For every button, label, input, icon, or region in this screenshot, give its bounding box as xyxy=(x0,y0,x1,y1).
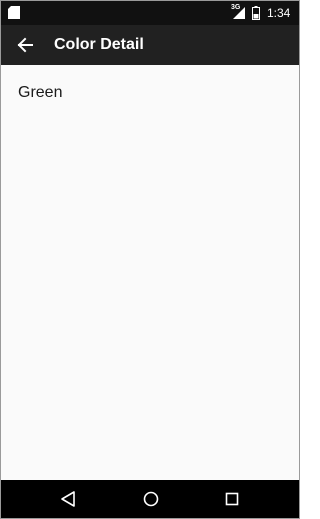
system-nav-bar xyxy=(1,480,299,518)
page-title: Color Detail xyxy=(54,36,144,53)
nav-recents-icon[interactable] xyxy=(222,489,242,509)
status-bar: 3G 1:34 xyxy=(1,1,299,25)
battery-icon xyxy=(252,6,260,20)
sd-card-icon xyxy=(8,6,20,19)
detail-content: Green xyxy=(1,65,299,480)
nav-home-icon[interactable] xyxy=(141,489,161,509)
signal-icon xyxy=(233,7,245,19)
arrow-back-icon xyxy=(17,37,33,53)
phone-screen: 3G 1:34 Color Detail Green xyxy=(0,0,300,519)
color-name-text: Green xyxy=(18,84,63,101)
status-clock: 1:34 xyxy=(267,6,291,20)
app-toolbar: Color Detail xyxy=(1,25,299,65)
back-button[interactable] xyxy=(13,33,37,57)
nav-back-icon[interactable] xyxy=(59,489,79,509)
